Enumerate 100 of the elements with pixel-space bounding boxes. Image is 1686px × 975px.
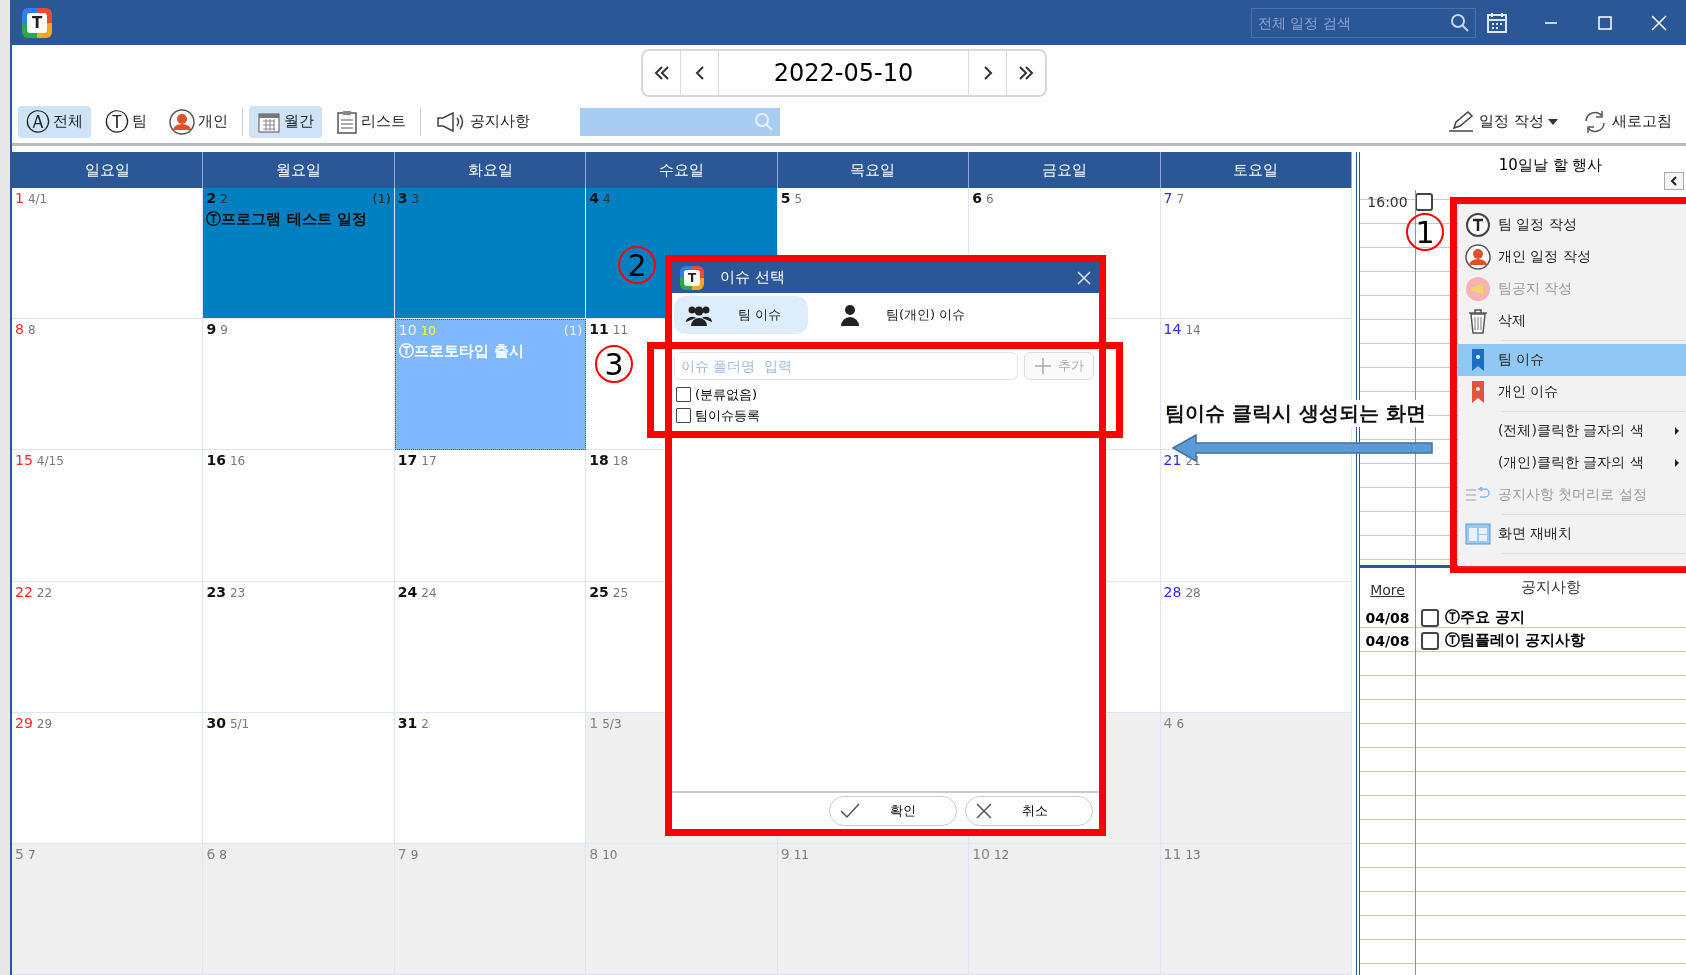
day-cell[interactable]: 24 24 [394, 581, 587, 713]
annotation-callout-tooltip: 팀이슈 클릭시 생성되는 화면 [1163, 400, 1428, 427]
search-icon [754, 111, 774, 132]
day-cell[interactable]: 8 10 [586, 843, 778, 975]
event-count: (1) [372, 191, 391, 206]
day-cell[interactable]: 30 5/1 [203, 712, 395, 844]
bookmark-icon [1471, 380, 1485, 404]
weekday-header: 일요일 [12, 152, 204, 188]
day-number: 23 [206, 583, 226, 600]
current-date[interactable]: 2022-05-10 [719, 50, 969, 95]
double-chevron-left-icon[interactable] [652, 63, 671, 82]
people-icon [686, 304, 712, 326]
lunar-date: 5/3 [602, 716, 622, 731]
notice-button[interactable]: 공지사항 [427, 105, 538, 138]
day-number: 24 [397, 583, 418, 600]
menu-item[interactable]: 개인 이슈 [1458, 376, 1686, 408]
day-cell[interactable]: 15 4/15 [12, 450, 204, 582]
day-number: 10 [972, 845, 990, 862]
menu-item[interactable]: 화면 재배치 [1458, 518, 1686, 550]
day-cell[interactable]: 4 6 [1160, 712, 1352, 844]
menu-item[interactable]: 팀 이슈 [1458, 344, 1686, 376]
lunar-date: 11 [612, 323, 629, 338]
day-cell[interactable]: 9 9 [203, 319, 395, 451]
day-cell[interactable]: 8 8 [12, 319, 204, 451]
more-link[interactable]: More [1360, 582, 1415, 598]
lunar-date: 4/1 [27, 192, 48, 206]
day-cell[interactable]: 23 23 [203, 581, 395, 713]
view-button[interactable]: 리스트 [328, 105, 414, 138]
lunar-date: 2 [421, 716, 429, 731]
app-logo: T [680, 265, 704, 290]
day-cell[interactable]: 2 2 (1) Ⓣ프로그램 테스트 일정 [203, 188, 395, 320]
step-marker: 2 [618, 246, 656, 284]
confirm-button[interactable]: 확인 [829, 796, 957, 826]
checkbox[interactable] [676, 408, 691, 423]
event-title[interactable]: Ⓣ프로그램 테스트 일정 [206, 210, 391, 229]
menu-item[interactable]: 팀 일정 작성 [1458, 209, 1686, 241]
bookmark-icon [1471, 348, 1485, 372]
day-cell[interactable]: 5 7 [12, 843, 204, 975]
menu-item[interactable]: (전체)클릭한 글자의 색 [1458, 415, 1686, 447]
write-schedule-button[interactable]: 일정 작성 [1438, 105, 1567, 138]
day-cell[interactable]: 7 9 [394, 843, 587, 975]
lunar-date: 4/15 [36, 454, 64, 469]
lunar-date: 28 [1185, 585, 1201, 600]
lunar-date: 6 [985, 192, 994, 206]
day-cell[interactable]: 28 28 [1160, 581, 1352, 713]
tab[interactable]: 팀 이슈 [674, 296, 808, 334]
day-number: 5 [15, 845, 24, 862]
day-cell[interactable]: 9 11 [777, 843, 970, 975]
checkbox[interactable] [676, 387, 691, 402]
circled-t-icon [1465, 212, 1491, 238]
day-number: 18 [589, 452, 609, 469]
person-icon [169, 108, 195, 135]
maximize-icon[interactable] [1598, 15, 1612, 30]
close-icon[interactable] [1077, 270, 1091, 285]
search-field[interactable] [580, 107, 780, 136]
day-cell[interactable]: 22 22 [12, 581, 204, 713]
checkbox[interactable] [1421, 631, 1439, 650]
collapse-button[interactable] [1664, 172, 1684, 190]
lunar-date: 8 [27, 323, 36, 338]
day-cell[interactable]: 29 29 [12, 712, 204, 844]
day-number: 6 [206, 845, 216, 862]
folder-name-field[interactable]: 이슈 폴더명 입력 [674, 352, 1018, 380]
lunar-date: 4 [603, 192, 611, 206]
trash-icon [1467, 308, 1489, 334]
cancel-button[interactable]: 취소 [965, 796, 1093, 826]
lunar-date: 17 [421, 454, 437, 469]
menu-item[interactable]: 삭제 [1458, 305, 1686, 337]
day-number: 10 [398, 322, 417, 339]
menu-item[interactable]: 개인 일정 작성 [1458, 241, 1686, 273]
menu-item[interactable]: (개인)클릭한 글자의 색 [1458, 447, 1686, 479]
checkbox[interactable] [1421, 608, 1439, 627]
refresh-button[interactable]: 새로고침 [1573, 105, 1680, 138]
indent-arrow-icon [1465, 486, 1491, 504]
day-cell[interactable]: 6 8 [203, 843, 395, 975]
day-number: 7 [397, 845, 407, 862]
notice-date: 04/08 [1364, 632, 1411, 649]
notice-title[interactable]: Ⓣ팀플레이 공지사항 [1445, 631, 1586, 650]
weekday-header: 토요일 [1160, 152, 1352, 188]
notice-title[interactable]: Ⓣ주요 공지 [1445, 608, 1526, 627]
view-button[interactable]: 월간 [249, 105, 322, 138]
search-field[interactable]: 전체 일정 검색 [1251, 7, 1476, 38]
layout-icon [1465, 523, 1491, 545]
lunar-date: 24 [421, 585, 437, 600]
panel-title: 10일날 할 행사 [1498, 156, 1603, 176]
day-number: 16 [206, 452, 226, 469]
day-cell[interactable]: 10 12 [969, 843, 1161, 975]
day-number: 5 [780, 190, 791, 206]
day-cell[interactable]: 7 7 [1160, 188, 1352, 320]
day-cell[interactable]: 3 3 [394, 188, 587, 320]
event-count: (1) [563, 323, 583, 339]
lunar-date: 5 [794, 192, 803, 206]
day-cell[interactable]: 16 16 [203, 450, 395, 582]
calendar-icon[interactable] [1486, 11, 1508, 34]
weekday-header: 목요일 [777, 152, 970, 188]
double-chevron-right-icon[interactable] [1017, 63, 1035, 82]
filter-button[interactable]: 개인 [161, 105, 236, 138]
day-cell[interactable]: 11 13 [1160, 843, 1352, 975]
day-cell[interactable]: 17 17 [394, 450, 587, 582]
day-number: 8 [15, 321, 24, 338]
plus-icon [1034, 357, 1052, 375]
